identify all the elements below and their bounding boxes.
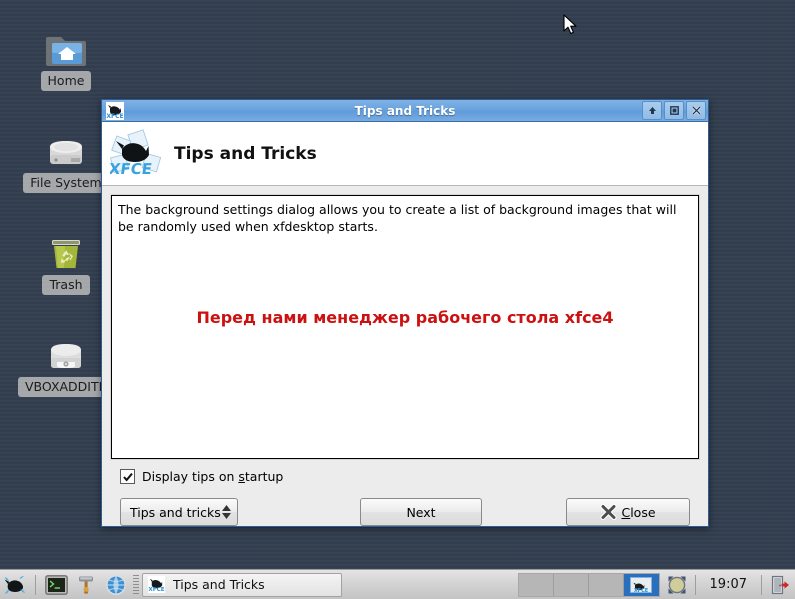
xfce-mouse-icon: XFCE xyxy=(148,576,165,593)
close-button[interactable]: Close xyxy=(566,498,690,526)
harddisk-icon xyxy=(18,126,114,170)
workspace-2[interactable] xyxy=(553,573,589,596)
svg-text:XFCE: XFCE xyxy=(148,587,164,593)
xfce-mouse-icon: XFCE xyxy=(106,101,124,120)
maximize-window-button[interactable] xyxy=(664,101,684,120)
workspace-window-thumbnail: XFCE xyxy=(630,576,653,593)
dialog-header: XFCE Tips and Tricks xyxy=(102,122,708,186)
trash-bin-icon xyxy=(18,228,114,272)
display-tips-label: Display tips on startup xyxy=(142,469,283,484)
taskbar[interactable]: XFCE Tips and Tricks XFCE 19:07 xyxy=(0,569,795,599)
dialog-button-row: Tips and tricks Next Close xyxy=(120,498,690,526)
desktop-surface[interactable]: Home File System Trash VBOXADDIT XFCE Ti… xyxy=(0,0,795,569)
tip-category-combobox[interactable]: Tips and tricks xyxy=(120,498,238,526)
svg-text:XFCE: XFCE xyxy=(110,160,153,178)
taskbar-separator xyxy=(35,574,36,595)
spinner-arrows-icon xyxy=(222,505,231,519)
tip-category-value: Tips and tricks xyxy=(130,504,221,520)
close-x-icon xyxy=(600,503,617,520)
home-folder-icon xyxy=(18,24,114,68)
label-part-after: tartup xyxy=(244,469,284,484)
next-button[interactable]: Next xyxy=(360,498,482,526)
workspace-4[interactable]: XFCE xyxy=(623,573,659,596)
tray-applet-icon[interactable] xyxy=(664,573,690,597)
close-label-mnemonic: C xyxy=(621,504,631,520)
label-part-before: Display tips on xyxy=(142,469,239,484)
task-button-label: Tips and Tricks xyxy=(173,577,265,592)
terminal-icon[interactable] xyxy=(44,573,68,597)
workspace-1[interactable] xyxy=(518,573,554,596)
panel-drag-handle[interactable] xyxy=(133,574,139,595)
desktop-icon-label: Trash xyxy=(42,275,90,295)
tip-text: The background settings dialog allows yo… xyxy=(118,202,677,234)
file-manager-icon[interactable] xyxy=(74,573,98,597)
tip-text-area: The background settings dialog allows yo… xyxy=(110,194,700,460)
display-tips-checkbox[interactable] xyxy=(120,469,135,484)
workspace-switcher[interactable]: XFCE xyxy=(517,572,660,597)
cdrom-drive-icon xyxy=(18,330,114,374)
desktop-icon-vboxadditions[interactable]: VBOXADDITIONS xyxy=(18,330,118,401)
workspace-3[interactable] xyxy=(588,573,624,596)
shade-window-button[interactable] xyxy=(642,101,662,120)
dialog-heading: Tips and Tricks xyxy=(174,143,317,164)
mouse-cursor-arrow-pointer xyxy=(563,14,577,35)
display-tips-row[interactable]: Display tips on startup xyxy=(120,469,699,484)
desktop-icon-home[interactable]: Home xyxy=(18,24,114,95)
window-titlebar[interactable]: XFCE Tips and Tricks xyxy=(102,100,708,122)
taskbar-separator xyxy=(761,574,762,595)
clock[interactable]: 19:07 xyxy=(701,577,756,592)
close-label-rest: lose xyxy=(630,504,656,520)
window-title: Tips and Tricks xyxy=(354,103,456,118)
desktop-icon-trash[interactable]: Trash xyxy=(18,228,114,299)
svg-text:XFCE: XFCE xyxy=(634,588,649,593)
close-window-button[interactable] xyxy=(686,101,706,120)
svg-text:XFCE: XFCE xyxy=(106,113,123,120)
taskbar-task-button[interactable]: XFCE Tips and Tricks xyxy=(142,572,342,597)
close-button-label: Close xyxy=(621,505,655,520)
logout-door-icon[interactable] xyxy=(767,573,793,597)
window-controls xyxy=(642,101,706,120)
xfce-mouse-menu-icon[interactable] xyxy=(3,573,27,597)
next-button-label: Next xyxy=(406,504,436,520)
desktop-icon-file-system[interactable]: File System xyxy=(18,126,114,197)
dialog-body: The background settings dialog allows yo… xyxy=(102,186,708,526)
desktop-icon-label: Home xyxy=(40,71,92,91)
tips-and-tricks-window[interactable]: XFCE Tips and Tricks XFCE Tips and Trick… xyxy=(101,99,709,527)
xfce-logo-icon: XFCE xyxy=(110,128,162,178)
desktop-icon-label: File System xyxy=(23,173,109,193)
tip-annotation: Перед нами менеджер рабочего стола xfce4 xyxy=(196,308,614,327)
taskbar-separator xyxy=(694,574,696,595)
web-browser-globe-icon[interactable] xyxy=(104,573,128,597)
